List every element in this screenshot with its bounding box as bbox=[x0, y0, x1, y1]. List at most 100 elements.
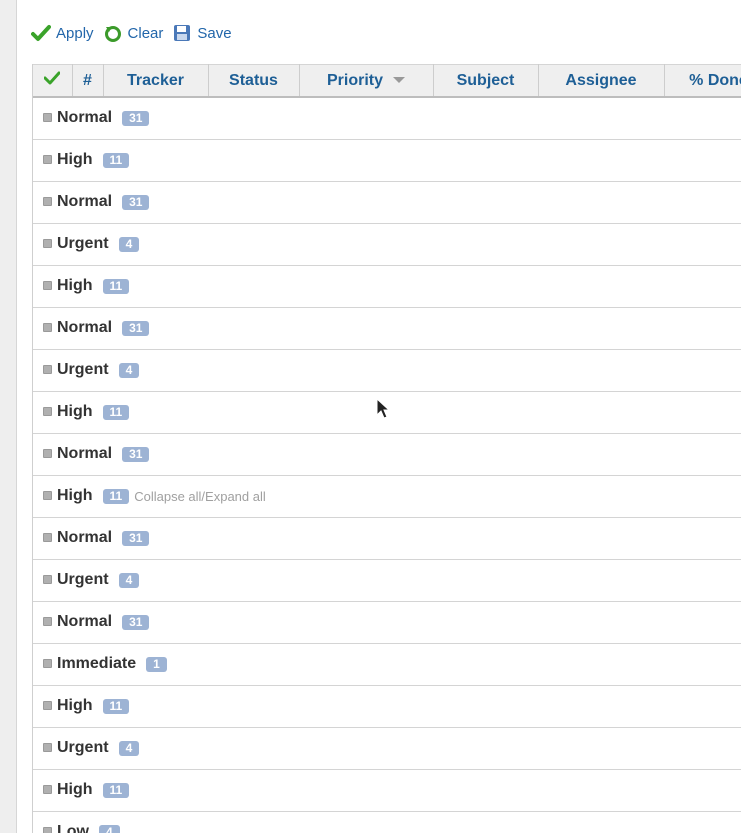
column-header-priority[interactable]: Priority bbox=[299, 64, 434, 98]
expander-icon[interactable] bbox=[43, 532, 52, 542]
group-count-badge: 11 bbox=[102, 782, 130, 798]
expander-icon[interactable] bbox=[43, 154, 52, 164]
group-name: High bbox=[57, 781, 93, 799]
group-count-badge: 31 bbox=[122, 194, 150, 210]
sort-desc-icon bbox=[393, 77, 405, 84]
group-cell: High 11 bbox=[33, 391, 741, 434]
issues-table-container: # Tracker Status Priority Subject Assign… bbox=[32, 64, 741, 833]
group-cell: Low 4 bbox=[33, 811, 741, 833]
group-row[interactable]: Normal 31 bbox=[33, 181, 741, 224]
issues-table: # Tracker Status Priority Subject Assign… bbox=[33, 64, 741, 833]
group-count-badge: 11 bbox=[102, 404, 130, 420]
save-button[interactable]: Save bbox=[172, 23, 232, 43]
expander-icon[interactable] bbox=[43, 196, 52, 206]
main-content: Apply Clear Save # Tracker Status Priori… bbox=[16, 0, 741, 833]
group-cell: High 11 bbox=[33, 769, 741, 812]
expander-icon[interactable] bbox=[43, 280, 52, 290]
expander-icon[interactable] bbox=[43, 322, 52, 332]
group-row[interactable]: Normal 31 bbox=[33, 517, 741, 560]
group-row[interactable]: Urgent 4 bbox=[33, 727, 741, 770]
group-cell: Normal 31 bbox=[33, 517, 741, 560]
group-count-badge: 31 bbox=[122, 320, 150, 336]
select-all-header[interactable] bbox=[33, 64, 73, 98]
expander-icon[interactable] bbox=[43, 112, 52, 122]
apply-button[interactable]: Apply bbox=[31, 23, 94, 43]
save-label: Save bbox=[197, 24, 232, 42]
query-toolbar: Apply Clear Save bbox=[31, 22, 241, 44]
group-row[interactable]: Low 4 bbox=[33, 811, 741, 833]
group-name: High bbox=[57, 697, 93, 715]
group-count-badge: 1 bbox=[146, 656, 167, 672]
group-count-badge: 11 bbox=[102, 278, 130, 294]
group-count-badge: 4 bbox=[118, 740, 140, 756]
group-cell: Urgent 4 bbox=[33, 349, 741, 392]
column-header-tracker[interactable]: Tracker bbox=[103, 64, 209, 98]
group-cell: Normal 31 bbox=[33, 181, 741, 224]
group-count-badge: 31 bbox=[122, 446, 150, 462]
column-header-done-ratio[interactable]: % Done bbox=[664, 64, 741, 98]
group-name: High bbox=[57, 487, 93, 505]
expander-icon[interactable] bbox=[43, 490, 52, 500]
group-name: Normal bbox=[57, 109, 113, 127]
group-row[interactable]: High 11 bbox=[33, 769, 741, 812]
group-row[interactable]: Immediate 1 bbox=[33, 643, 741, 686]
group-name: Normal bbox=[57, 445, 113, 463]
group-cell: High 11 bbox=[33, 265, 741, 308]
checkmark-icon bbox=[43, 71, 61, 85]
column-header-subject[interactable]: Subject bbox=[433, 64, 539, 98]
group-row[interactable]: High 11 bbox=[33, 391, 741, 434]
group-count-badge: 4 bbox=[118, 362, 140, 378]
group-cell: Urgent 4 bbox=[33, 559, 741, 602]
expander-icon[interactable] bbox=[43, 448, 52, 458]
expander-icon[interactable] bbox=[43, 700, 52, 710]
group-name: Low bbox=[57, 823, 89, 833]
group-cell: Normal 31 bbox=[33, 97, 741, 140]
collapse-expand-all-link[interactable]: Collapse all/Expand all bbox=[134, 489, 266, 504]
expander-icon[interactable] bbox=[43, 742, 52, 752]
group-count-badge: 11 bbox=[102, 152, 130, 168]
group-name: Normal bbox=[57, 529, 113, 547]
group-count-badge: 4 bbox=[99, 824, 120, 833]
group-name: Urgent bbox=[57, 571, 109, 589]
group-name: Normal bbox=[57, 319, 113, 337]
expander-icon[interactable] bbox=[43, 364, 52, 374]
group-count-badge: 11 bbox=[102, 698, 130, 714]
expander-icon[interactable] bbox=[43, 238, 52, 248]
group-row[interactable]: Urgent 4 bbox=[33, 559, 741, 602]
table-header-row: # Tracker Status Priority Subject Assign… bbox=[33, 64, 741, 98]
expander-icon[interactable] bbox=[43, 658, 52, 668]
group-name: Normal bbox=[57, 193, 113, 211]
group-row[interactable]: High 11 Collapse all/Expand all bbox=[33, 475, 741, 518]
group-cell: Normal 31 bbox=[33, 601, 741, 644]
clear-label: Clear bbox=[127, 24, 164, 42]
group-name: High bbox=[57, 277, 93, 295]
group-cell: Urgent 4 bbox=[33, 223, 741, 266]
group-row[interactable]: High 11 bbox=[33, 265, 741, 308]
reload-icon bbox=[104, 26, 121, 42]
group-row[interactable]: Normal 31 bbox=[33, 433, 741, 476]
group-row[interactable]: Normal 31 bbox=[33, 307, 741, 350]
group-count-badge: 31 bbox=[122, 530, 150, 546]
group-row[interactable]: Urgent 4 bbox=[33, 349, 741, 392]
expander-icon[interactable] bbox=[43, 406, 52, 416]
clear-button[interactable]: Clear bbox=[103, 23, 164, 43]
group-row[interactable]: Normal 31 bbox=[33, 97, 741, 140]
group-cell: High 11 Collapse all/Expand all bbox=[33, 475, 741, 518]
column-header-assignee[interactable]: Assignee bbox=[538, 64, 665, 98]
group-row[interactable]: High 11 bbox=[33, 139, 741, 182]
group-row[interactable]: Urgent 4 bbox=[33, 223, 741, 266]
group-cell: High 11 bbox=[33, 685, 741, 728]
group-count-badge: 31 bbox=[122, 110, 150, 126]
column-header-status[interactable]: Status bbox=[208, 64, 300, 98]
group-row[interactable]: High 11 bbox=[33, 685, 741, 728]
expander-icon[interactable] bbox=[43, 826, 52, 833]
expander-icon[interactable] bbox=[43, 784, 52, 794]
column-header-id[interactable]: # bbox=[72, 64, 104, 98]
group-cell: Immediate 1 bbox=[33, 643, 741, 686]
group-row[interactable]: Normal 31 bbox=[33, 601, 741, 644]
group-count-badge: 31 bbox=[122, 614, 150, 630]
checkmark-icon bbox=[31, 25, 51, 41]
expander-icon[interactable] bbox=[43, 616, 52, 626]
expander-icon[interactable] bbox=[43, 574, 52, 584]
group-name: Urgent bbox=[57, 235, 109, 253]
